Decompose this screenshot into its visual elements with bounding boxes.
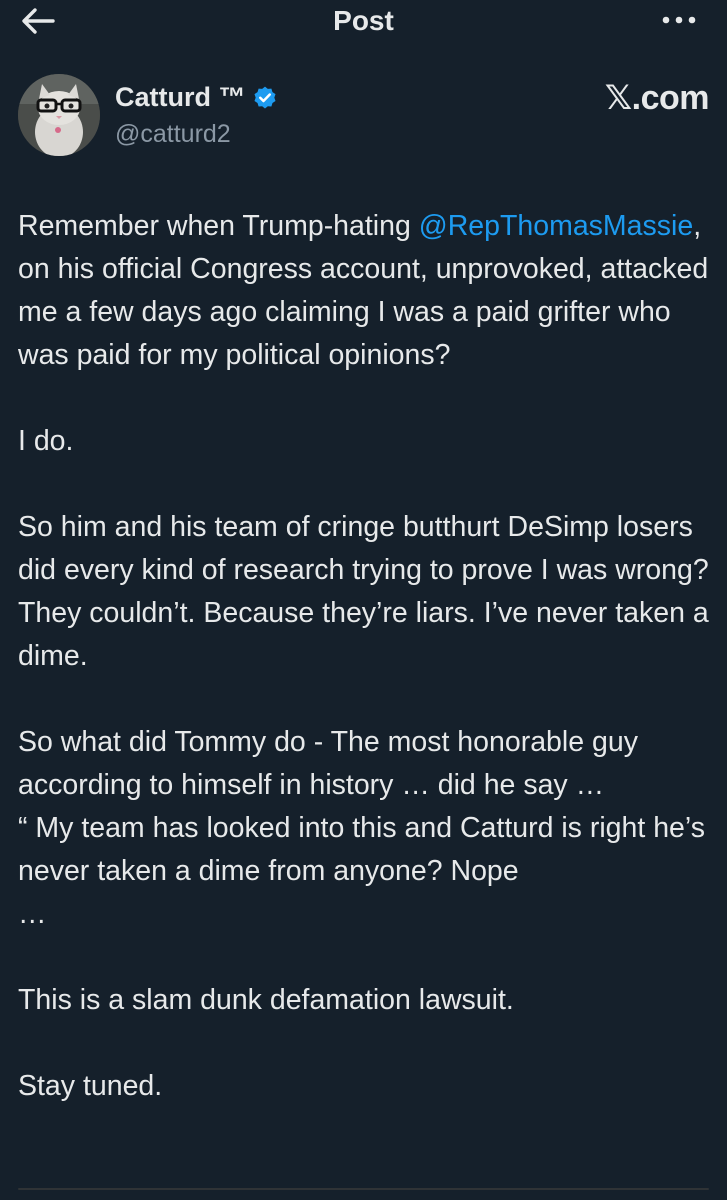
post-paragraph-5: This is a slam dunk defamation lawsuit. — [18, 984, 514, 1016]
page-title: Post — [333, 5, 394, 36]
author-name-row[interactable]: Catturd ™ — [115, 82, 278, 113]
post-author: Catturd ™ @catturd2 𝕏.com — [18, 74, 710, 158]
more-horizontal-icon — [662, 16, 696, 24]
post-paragraph-3: So him and his team of cringe butthurt D… — [18, 511, 709, 672]
post-text-segment: Remember when Trump-hating — [18, 210, 419, 242]
post-text-segment: So what did Tommy do - The most honorabl… — [18, 726, 638, 801]
verified-badge-icon — [253, 86, 276, 109]
author-handle[interactable]: @catturd2 — [115, 120, 231, 149]
post-text-segment: … — [18, 898, 47, 930]
post-paragraph-4: So what did Tommy do - The most honorabl… — [18, 721, 718, 936]
post-text: Remember when Trump-hating @RepThomasMas… — [18, 205, 718, 1108]
divider — [18, 1188, 709, 1190]
more-options-button[interactable] — [661, 10, 697, 35]
post-paragraph-2: I do. — [18, 425, 74, 457]
avatar[interactable] — [18, 74, 100, 156]
post-text-segment: “ My team has looked into this and Cattu… — [18, 812, 705, 887]
x-com-label: 𝕏.com — [604, 79, 710, 117]
post-paragraph-1: Remember when Trump-hating @RepThomasMas… — [18, 205, 718, 377]
author-name: Catturd ™ — [115, 82, 246, 112]
top-bar: Post — [0, 0, 727, 44]
mention-link[interactable]: @RepThomasMassie — [419, 210, 693, 242]
post-paragraph-6: Stay tuned. — [18, 1070, 163, 1102]
